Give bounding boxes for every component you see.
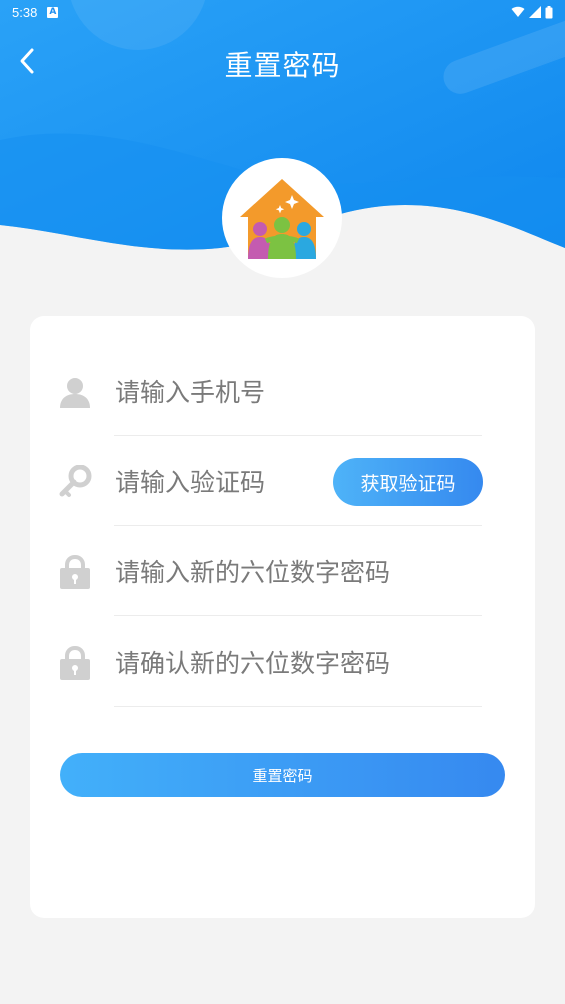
code-row: 获取验证码 (30, 436, 535, 526)
app-logo (222, 158, 342, 278)
reset-password-button[interactable]: 重置密码 (60, 753, 505, 797)
wifi-icon (511, 6, 525, 17)
reset-form-card: 获取验证码 重置密码 (30, 316, 535, 918)
status-time: 5:38 (12, 4, 38, 20)
nav-bar: 重置密码 (0, 36, 565, 88)
confirm-password-input[interactable] (115, 643, 415, 683)
new-password-row (30, 526, 535, 616)
verification-code-input[interactable] (115, 462, 315, 502)
divider (114, 615, 482, 616)
lock-icon (58, 646, 92, 680)
divider (114, 706, 482, 707)
user-icon (58, 375, 92, 409)
phone-row (30, 346, 535, 436)
notification-a-icon: A (47, 6, 59, 18)
new-password-input[interactable] (115, 552, 415, 592)
confirm-password-row (30, 617, 535, 707)
lock-icon (58, 555, 92, 589)
battery-icon (545, 5, 553, 18)
status-bar: 5:38 A (0, 0, 565, 24)
page-title: 重置密码 (224, 49, 341, 82)
family-house-logo-icon (240, 179, 324, 259)
get-code-button[interactable]: 获取验证码 (333, 458, 483, 506)
phone-input[interactable] (115, 372, 415, 412)
status-icons (511, 5, 553, 19)
signal-icon (529, 6, 541, 18)
key-icon (58, 465, 92, 499)
